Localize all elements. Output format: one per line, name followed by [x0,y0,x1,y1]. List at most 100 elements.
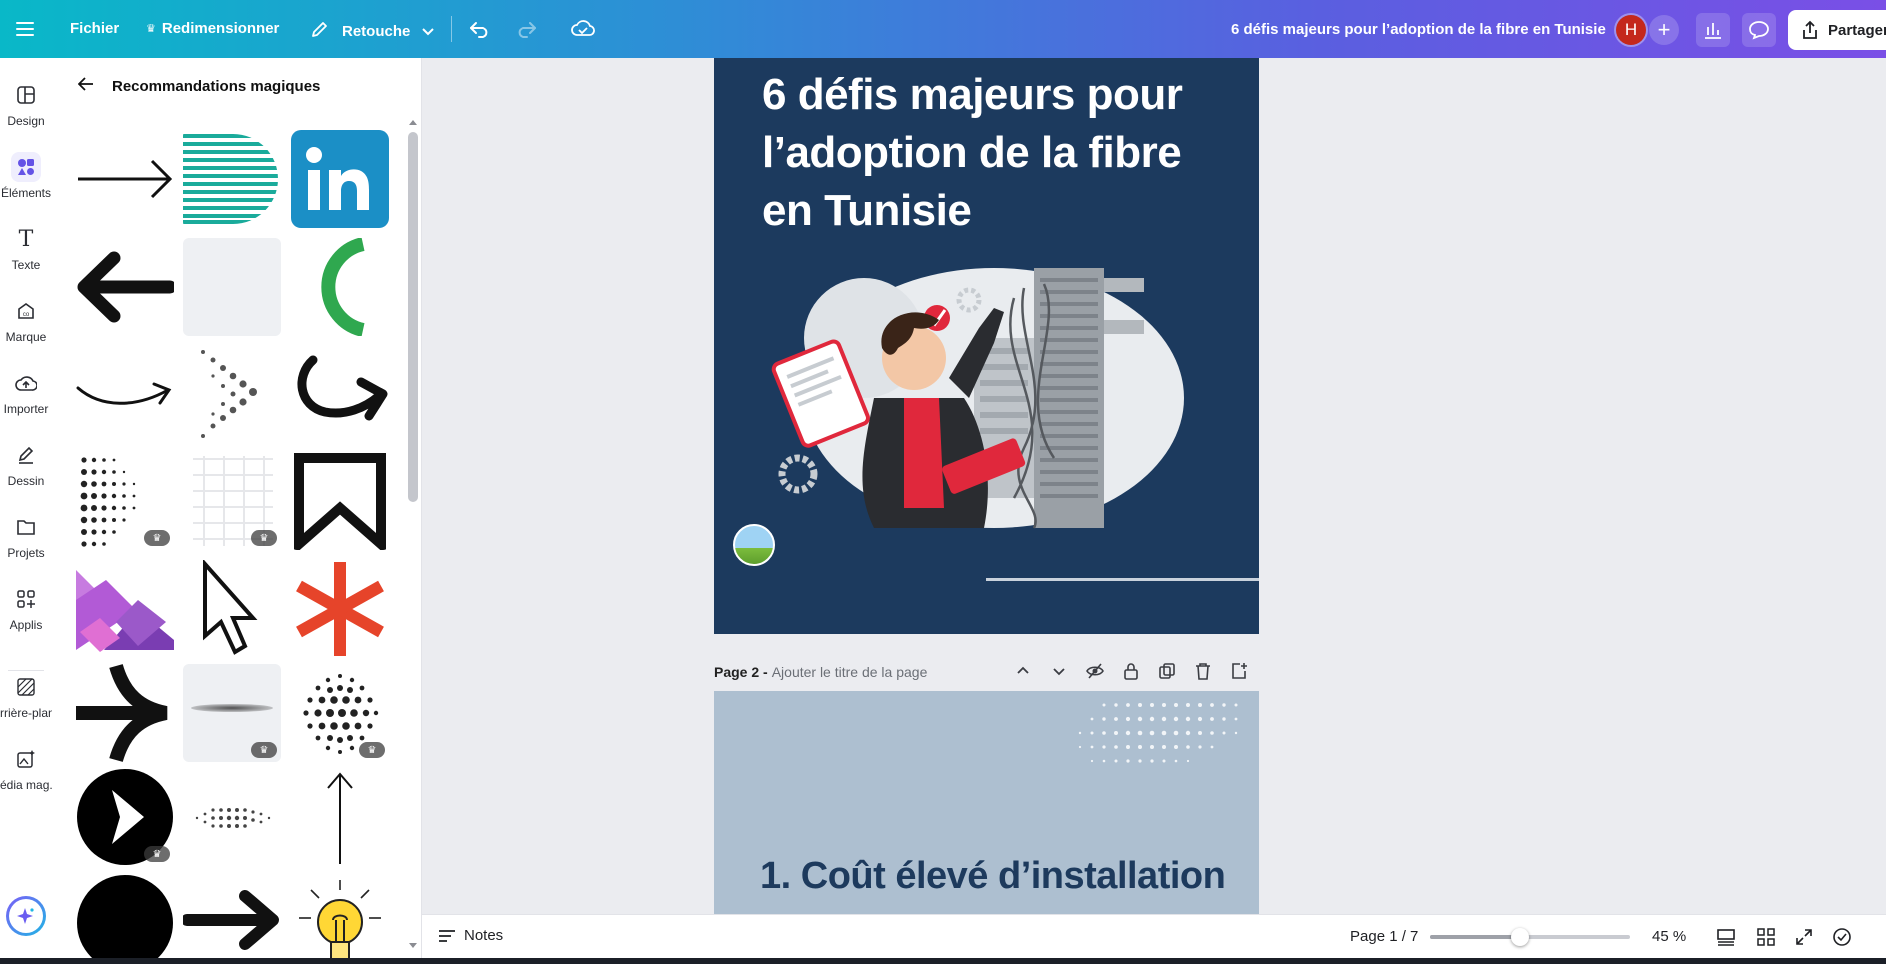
crown-icon: ♛ [152,848,162,860]
page-1[interactable]: 6 défis majeurs pour l’adoption de la fi… [714,58,1259,634]
sidebar-item-label: rrière-plan [0,706,52,720]
redo-icon[interactable] [514,18,538,40]
toolbar-divider [451,16,452,42]
hide-page-icon[interactable] [1086,662,1104,680]
page-2-heading[interactable]: 1. Coût élevé d’installation [760,855,1226,898]
panel-scrollbar-thumb[interactable] [408,132,418,502]
element-pixel-cursor[interactable] [183,560,281,658]
globe-logo[interactable] [733,524,775,566]
hamburger-icon[interactable] [14,19,36,39]
element-light-bulb[interactable] [291,874,389,958]
share-label: Partager [1828,21,1886,39]
zoom-slider-fill [1430,935,1520,939]
crown-icon: ♛ [146,23,156,35]
check-circle-icon[interactable] [1832,927,1852,947]
element-merge-arrow[interactable] [76,664,174,762]
crown-icon: ♛ [152,532,162,544]
element-blank-shape[interactable] [183,238,281,336]
premium-badge: ♛ [144,846,170,862]
sidebar-item-brand[interactable]: co Marque [0,296,52,344]
pages-grid-icon[interactable] [1756,927,1776,947]
left-sidebar: Design Éléments T Texte co Marque Import… [0,58,52,958]
page-indicator[interactable]: Page 1 / 7 [1350,928,1418,945]
text-icon: T [18,226,34,252]
element-play-circle[interactable]: ♛ [76,768,174,866]
premium-badge: ♛ [359,742,385,758]
zoom-slider-handle[interactable] [1511,928,1529,946]
grid-view-icon[interactable] [1716,927,1736,947]
premium-badge: ♛ [144,530,170,546]
element-halftone-chevron[interactable] [183,346,281,444]
sidebar-item-label: Marque [5,330,47,344]
magic-assistant-button[interactable] [6,896,46,936]
cloud-check-icon[interactable] [570,17,596,39]
technician-illustration[interactable] [764,248,1204,548]
title-line-2: l’adoption de la fibre [762,128,1182,177]
element-shadow-shape[interactable]: ♛ [183,664,281,762]
undo-icon[interactable] [468,18,492,40]
scroll-up-icon[interactable] [408,118,418,126]
element-halftone-square[interactable]: ♛ [76,452,174,550]
comments-button[interactable] [1742,13,1776,47]
element-halftone-stroke[interactable] [183,768,281,866]
file-menu-label: Fichier [70,20,120,37]
sidebar-item-label: Applis [9,618,43,632]
element-hooked-arrow[interactable] [291,346,389,444]
document-title[interactable]: 6 défis majeurs pour l’adoption de la fi… [1231,21,1606,38]
bottom-toolbar: Notes Page 1 / 7 45 % [422,914,1886,958]
element-bold-arrow-right[interactable] [183,874,281,958]
element-black-circle[interactable] [76,874,174,958]
retouch-menu[interactable]: Retouche [310,19,435,43]
chevron-up-icon[interactable] [1014,662,1032,680]
sidebar-item-upload[interactable]: Importer [0,368,52,416]
chevron-down-icon[interactable] [1050,662,1068,680]
sidebar-item-magic-media[interactable]: édia mag... [0,744,52,792]
element-red-asterisk[interactable] [291,560,389,658]
lock-icon[interactable] [1122,662,1140,680]
sidebar-item-background[interactable]: rrière-plan [0,672,52,720]
zoom-slider[interactable] [1430,928,1630,946]
svg-text:co: co [23,312,30,318]
trash-icon[interactable] [1194,662,1212,680]
sidebar-item-label: Dessin [7,474,45,488]
zoom-level[interactable]: 45 % [1652,928,1686,945]
element-purple-mountains[interactable] [76,560,174,658]
share-button[interactable]: Partager [1788,10,1886,50]
sidebar-item-apps[interactable]: Applis [0,584,52,632]
recommendations-panel: Recommandations magiques ♛ ♛ ♛ ♛ ♛ [52,58,422,958]
sidebar-item-label: édia mag... [0,778,52,792]
sidebar-item-design[interactable]: Design [0,80,52,128]
element-curved-arrow[interactable] [76,346,174,444]
notes-label: Notes [464,927,504,944]
user-avatar[interactable]: H [1616,15,1646,45]
element-striped-semicircle[interactable] [183,130,281,228]
notes-button[interactable]: Notes [438,927,503,944]
back-arrow-icon[interactable] [77,77,94,95]
file-menu[interactable]: Fichier [70,20,119,37]
sidebar-item-draw[interactable]: Dessin [0,440,52,488]
avatar-letter: H [1624,20,1638,39]
element-halftone-circle[interactable]: ♛ [291,664,389,762]
add-collaborator-button[interactable]: + [1649,15,1679,45]
element-bold-arrow-left[interactable] [76,238,174,336]
element-bookmark-outline[interactable] [291,452,389,550]
sidebar-item-projects[interactable]: Projets [0,512,52,560]
page-1-title[interactable]: 6 défis majeurs pour l’adoption de la fi… [762,66,1242,240]
element-green-arc[interactable] [291,238,389,336]
page-2-title-input[interactable]: Ajouter le titre de la page [772,664,928,680]
page-2[interactable]: 1. Coût élevé d’installation [714,691,1259,914]
element-thin-arrow-right[interactable] [76,130,174,228]
duplicate-icon[interactable] [1158,662,1176,680]
insights-button[interactable] [1696,13,1730,47]
element-dotted-grid[interactable]: ♛ [183,452,281,550]
sidebar-item-text[interactable]: T Texte [0,224,52,273]
add-page-icon[interactable] [1230,662,1248,680]
magic-media-icon [11,744,41,774]
sidebar-item-elements[interactable]: Éléments [0,152,52,200]
element-linkedin-logo[interactable] [291,130,389,228]
resize-button[interactable]: ♛ Redimensionner [146,20,279,37]
fullscreen-icon[interactable] [1794,927,1814,947]
element-thin-arrow-up[interactable] [291,768,389,866]
panel-title: Recommandations magiques [112,77,321,95]
scroll-down-icon[interactable] [408,942,418,950]
